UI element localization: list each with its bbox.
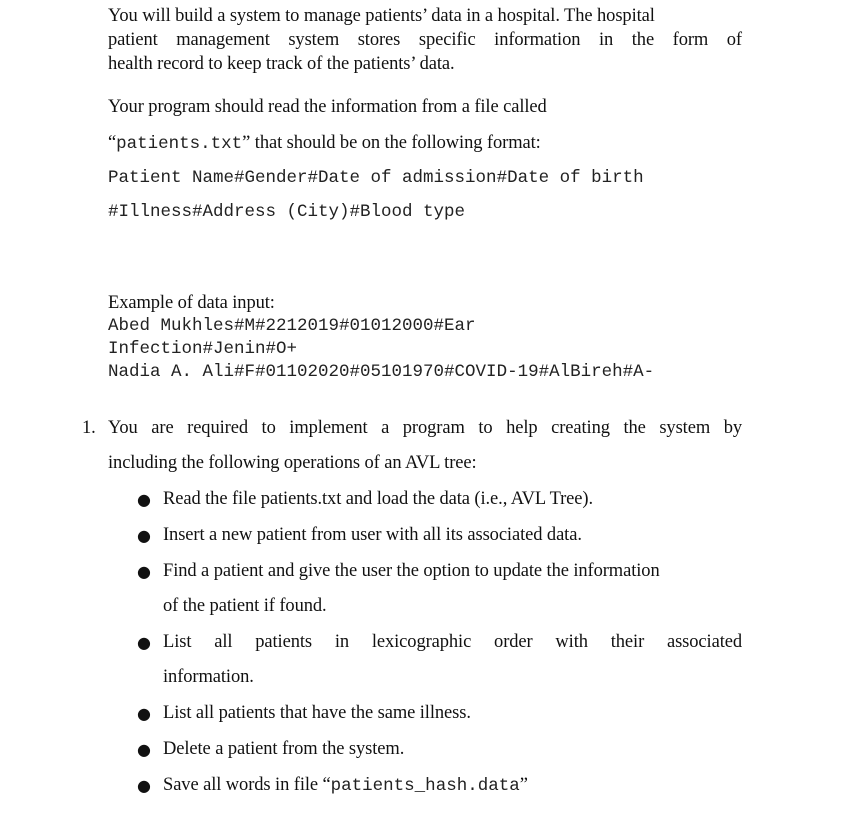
bullet-find-patient: Find a patient and give the user the opt… [163,561,660,581]
close-quote: ” [519,775,528,795]
bullet-list-same-illness: List all patients that have the same ill… [163,703,471,723]
bullet-icon: ● [137,776,151,795]
bullet-save-file: Save all words in file “patients_hash.da… [163,775,528,796]
intro-line-3: health record to keep track of the patie… [108,54,455,74]
format-line-1: Patient Name#Gender#Date of admission#Da… [108,168,644,188]
example-line-3: Nadia A. Ali#F#01102020#05101970#COVID-1… [108,362,655,382]
file-name: patients.txt [116,134,243,154]
save-file-name: patients_hash.data [330,776,520,796]
file-name-line: “patients.txt” that should be on the fol… [108,133,541,154]
task-number: 1. [82,418,96,438]
example-heading: Example of data input: [108,293,275,313]
bullet-insert-patient: Insert a new patient from user with all … [163,525,582,545]
example-line-1: Abed Mukhles#M#2212019#01012000#Ear [108,316,476,336]
intro-line-1: You will build a system to manage patien… [108,6,655,26]
bullet-icon: ● [137,490,151,509]
bullet-read-file: Read the file patients.txt and load the … [163,489,593,509]
task-line-1: You are required to implement a program … [108,418,742,438]
bullet-list-lexicographic-cont: information. [163,667,254,687]
example-line-2: Infection#Jenin#O+ [108,339,298,359]
intro-line-2: patient management system stores specifi… [108,30,742,50]
read-instruction: Your program should read the information… [108,97,547,117]
bullet-icon: ● [137,740,151,759]
save-file-text: Save all words in file [163,775,323,795]
bullet-list-lexicographic: List all patients in lexicographic order… [163,632,742,652]
bullet-icon: ● [137,526,151,545]
bullet-icon: ● [137,633,151,652]
bullet-icon: ● [137,562,151,581]
bullet-find-patient-cont: of the patient if found. [163,596,327,616]
open-quote: “ [322,775,331,795]
file-format-text: ” that should be on the following format… [242,133,541,153]
bullet-delete-patient: Delete a patient from the system. [163,739,405,759]
bullet-icon: ● [137,704,151,723]
task-line-2: including the following operations of an… [108,453,477,473]
open-quote: “ [108,133,117,153]
format-line-2: #Illness#Address (City)#Blood type [108,202,466,222]
